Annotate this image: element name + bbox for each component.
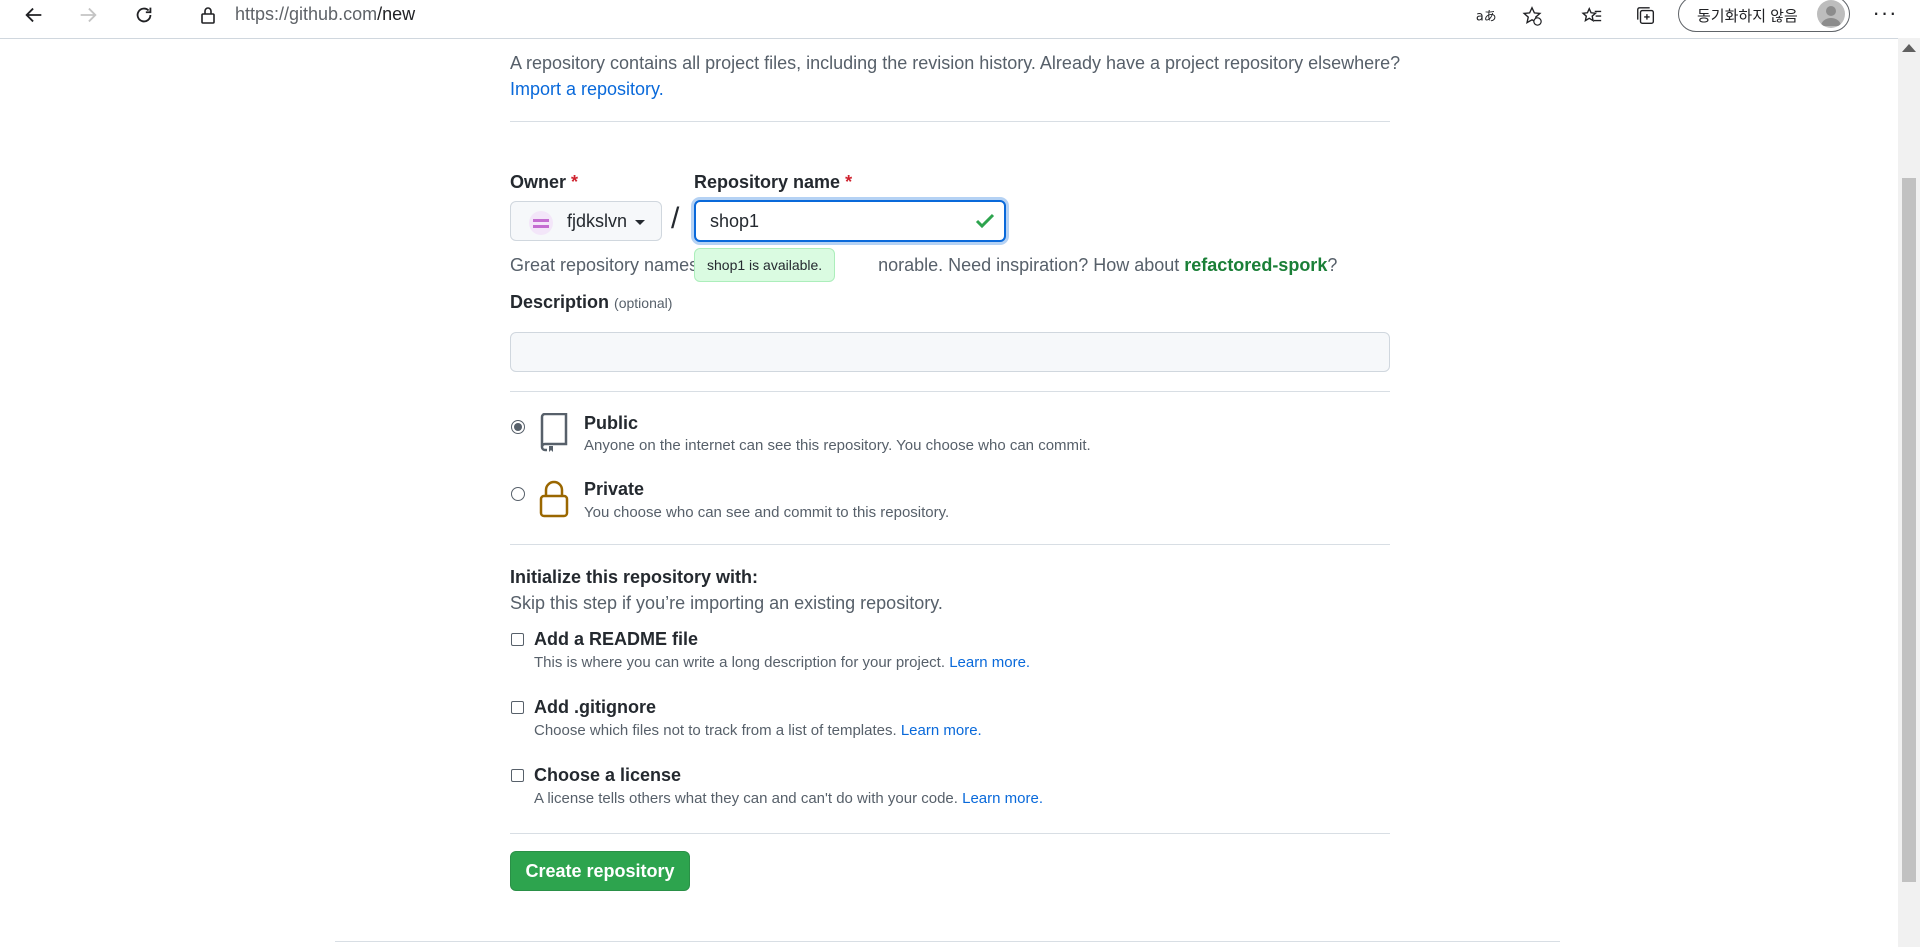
private-title: Private xyxy=(584,479,645,499)
back-button[interactable] xyxy=(14,0,54,30)
private-description: You choose who can see and commit to thi… xyxy=(584,504,950,521)
footer-divider xyxy=(335,941,1560,942)
private-radio[interactable] xyxy=(511,487,525,501)
gitignore-description: Choose which files not to track from a l… xyxy=(534,722,982,739)
arrow-right-icon xyxy=(80,7,97,23)
add-favorite-icon[interactable] xyxy=(1518,2,1546,30)
availability-tooltip: shop1 is available. xyxy=(694,248,836,282)
public-title: Public xyxy=(584,413,639,433)
repo-book-icon xyxy=(540,413,568,452)
suggested-name-link[interactable]: refactored-spork xyxy=(1184,255,1327,275)
favorites-icon[interactable] xyxy=(1578,2,1606,30)
gitignore-checkbox[interactable] xyxy=(511,701,524,714)
browser-toolbar: https://github.com/new aあ 동기화하지 않음 ··· xyxy=(0,0,1920,39)
arrow-left-icon xyxy=(25,7,42,23)
readme-title: Add a README file xyxy=(534,629,699,649)
gitignore-learn-more-link[interactable]: Learn more. xyxy=(901,722,982,739)
create-repository-button[interactable]: Create repository xyxy=(510,851,690,891)
page-scrollbar[interactable] xyxy=(1898,38,1920,947)
collections-icon[interactable] xyxy=(1632,2,1660,30)
init-subtitle: Skip this step if you’re importing an ex… xyxy=(510,593,943,613)
translate-icon[interactable]: aあ xyxy=(1472,2,1500,30)
license-description: A license tells others what they can and… xyxy=(534,790,1043,807)
divider xyxy=(510,544,1390,545)
import-repository-link[interactable]: Import a repository. xyxy=(510,79,664,99)
sync-label: 동기화하지 않음 xyxy=(1697,8,1798,25)
init-title: Initialize this repository with: xyxy=(510,567,759,587)
scroll-up-arrow-icon[interactable] xyxy=(1902,44,1916,52)
url-text: https://github.com/new xyxy=(235,4,416,24)
owner-name: fjdkslvn xyxy=(567,211,628,231)
public-description: Anyone on the internet can see this repo… xyxy=(584,437,1091,454)
license-checkbox[interactable] xyxy=(511,769,524,782)
divider xyxy=(510,833,1390,834)
check-icon xyxy=(975,213,995,229)
lock-icon xyxy=(539,480,569,518)
repository-name-value: shop1 xyxy=(710,211,760,231)
gitignore-title: Add .gitignore xyxy=(534,697,656,717)
divider xyxy=(510,391,1390,392)
forward-button[interactable] xyxy=(68,0,108,30)
license-learn-more-link[interactable]: Learn more. xyxy=(962,790,1043,807)
readme-checkbox[interactable] xyxy=(511,633,524,646)
scrollbar-thumb[interactable] xyxy=(1902,178,1916,882)
description-label: Description (optional) xyxy=(510,292,673,312)
owner-dropdown[interactable]: fjdkslvn xyxy=(510,201,662,241)
profile-avatar-icon xyxy=(1817,0,1845,28)
intro-text: A repository contains all project files,… xyxy=(510,53,1401,99)
address-bar[interactable]: https://github.com/new xyxy=(180,0,1540,30)
refresh-button[interactable] xyxy=(124,0,164,30)
lock-icon xyxy=(201,7,215,24)
readme-learn-more-link[interactable]: Learn more. xyxy=(949,654,1030,671)
divider xyxy=(510,121,1390,122)
name-hint: Great repository names norable. Need insp… xyxy=(510,255,1338,275)
public-radio[interactable] xyxy=(511,420,525,434)
caret-down-icon xyxy=(635,220,645,225)
readme-description: This is where you can write a long descr… xyxy=(534,654,1031,671)
owner-label: Owner * xyxy=(510,172,579,192)
owner-repo-separator: / xyxy=(671,202,680,235)
owner-avatar xyxy=(529,211,553,235)
more-menu-button[interactable]: ··· xyxy=(1870,0,1900,30)
license-title: Choose a license xyxy=(534,765,682,785)
description-input[interactable] xyxy=(510,332,1390,372)
profile-sync-button[interactable]: 동기화하지 않음 xyxy=(1678,0,1850,32)
svg-text:aあ: aあ xyxy=(1476,10,1497,25)
repository-name-input[interactable]: shop1 xyxy=(694,200,1006,242)
refresh-icon xyxy=(136,7,152,23)
repo-name-label: Repository name * xyxy=(694,172,853,192)
